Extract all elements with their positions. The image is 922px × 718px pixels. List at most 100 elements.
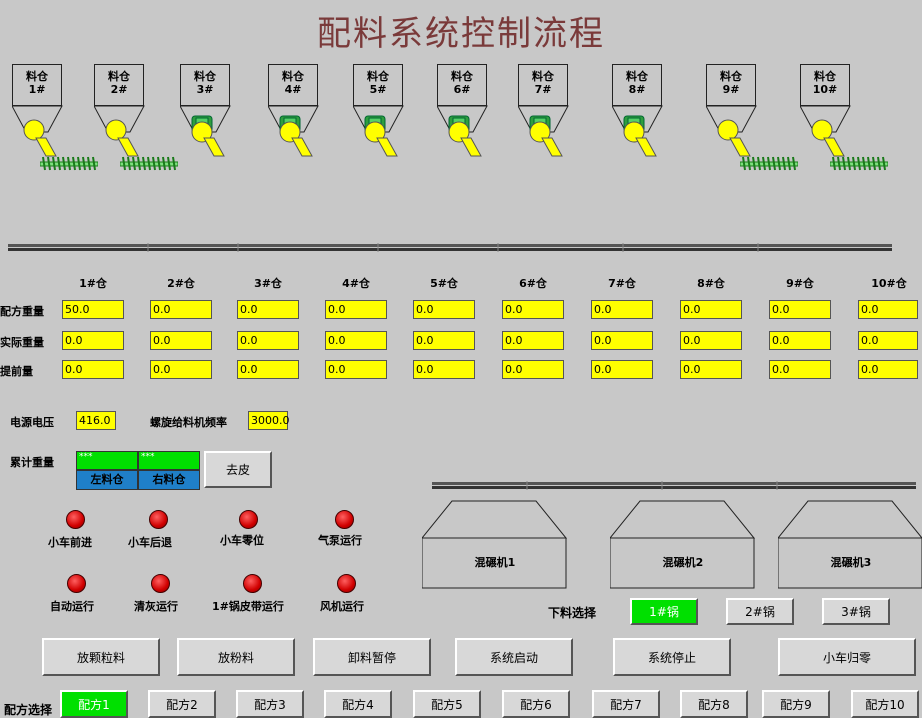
hopper-10[interactable]: 料仓 10# [800, 64, 852, 160]
discharge-option-2[interactable]: 2#锅 [726, 598, 794, 625]
recipe-label: 配方选择 [4, 703, 53, 717]
recipe-option-10[interactable]: 配方10 [851, 690, 919, 718]
value-cell[interactable]: 0.0 [858, 331, 918, 350]
hopper-label: 料仓 [367, 70, 389, 83]
hopper-8[interactable]: 料仓 8# [612, 64, 664, 160]
recipe-option-3[interactable]: 配方3 [236, 690, 304, 718]
value-cell[interactable]: 0.0 [413, 300, 475, 319]
hopper-2[interactable]: 料仓 2# [94, 64, 146, 160]
hopper-7[interactable]: 料仓 7# [518, 64, 570, 160]
value-cell[interactable]: 0.0 [858, 360, 918, 379]
page-title: 配料系统控制流程 [317, 14, 605, 54]
value-cell[interactable]: 50.0 [62, 300, 124, 319]
screw-conveyor-icon [739, 156, 799, 172]
action-button-2[interactable]: 放粉料 [177, 638, 295, 676]
value-cell[interactable]: 0.0 [413, 331, 475, 350]
recipe-option-2[interactable]: 配方2 [148, 690, 216, 718]
total-label: 累计重量 [10, 456, 54, 469]
recipe-option-8[interactable]: 配方8 [680, 690, 748, 718]
tare-button[interactable]: 去皮 [204, 451, 272, 488]
recipe-option-5[interactable]: 配方5 [413, 690, 481, 718]
recipe-option-4[interactable]: 配方4 [324, 690, 392, 718]
discharge-option-3[interactable]: 3#锅 [822, 598, 890, 625]
action-button-6[interactable]: 小车归零 [778, 638, 916, 676]
value-cell[interactable]: 0.0 [591, 300, 653, 319]
value-cell[interactable]: 0.0 [150, 331, 212, 350]
hopper-label: 料仓 [26, 70, 48, 83]
power-value[interactable]: 416.0 [76, 411, 116, 430]
action-button-4[interactable]: 系统启动 [455, 638, 573, 676]
recipe-option-1[interactable]: 配方1 [60, 690, 128, 718]
hopper-bin: 料仓 7# [518, 64, 568, 106]
value-cell[interactable]: 0.0 [858, 300, 918, 319]
column-header: 7#仓 [608, 277, 636, 290]
hopper-9[interactable]: 料仓 9# [706, 64, 758, 160]
recipe-option-6[interactable]: 配方6 [502, 690, 570, 718]
recipe-option-7[interactable]: 配方7 [592, 690, 660, 718]
hopper-label: 料仓 [451, 70, 473, 83]
hopper-label: 料仓 [194, 70, 216, 83]
value-cell[interactable]: 0.0 [325, 331, 387, 350]
value-cell[interactable]: 0.0 [502, 360, 564, 379]
value-cell[interactable]: 0.0 [237, 331, 299, 350]
mixer-2[interactable]: 混碾机2 [610, 500, 756, 590]
action-button-5[interactable]: 系统停止 [613, 638, 731, 676]
column-header: 3#仓 [254, 277, 282, 290]
right-bin-label: 右料仓 [138, 470, 200, 490]
mixer-3[interactable]: 混碾机3 [778, 500, 922, 590]
value-cell[interactable]: 0.0 [502, 331, 564, 350]
status-led-icon [66, 510, 85, 529]
hopper-1[interactable]: 料仓 1# [12, 64, 64, 160]
freq-label: 螺旋给料机频率 [150, 416, 227, 429]
hopper-6[interactable]: 料仓 6# [437, 64, 489, 160]
hopper-5[interactable]: 料仓 5# [353, 64, 405, 160]
screw-conveyor-icon [119, 156, 179, 172]
feeder-valve-open-icon [518, 105, 569, 157]
value-cell[interactable]: 0.0 [62, 360, 124, 379]
value-cell[interactable]: 0.0 [150, 300, 212, 319]
status-led-icon [335, 510, 354, 529]
hopper-4[interactable]: 料仓 4# [268, 64, 320, 160]
screw-conveyor-icon [829, 156, 889, 172]
value-cell[interactable]: 0.0 [502, 300, 564, 319]
value-cell[interactable]: 0.0 [325, 300, 387, 319]
row-header: 提前量 [0, 365, 33, 378]
power-label: 电源电压 [10, 416, 54, 429]
action-button-1[interactable]: 放颗粒料 [42, 638, 160, 676]
status-led-icon [151, 574, 170, 593]
discharge-option-1[interactable]: 1#锅 [630, 598, 698, 625]
row-header: 实际重量 [0, 336, 44, 349]
value-cell[interactable]: 0.0 [591, 331, 653, 350]
value-cell[interactable]: 0.0 [769, 360, 831, 379]
value-cell[interactable]: 0.0 [237, 300, 299, 319]
value-cell[interactable]: 0.0 [769, 331, 831, 350]
hopper-bin: 料仓 10# [800, 64, 850, 106]
left-bin-value: *** [76, 451, 138, 470]
indicator-label: 自动运行 [50, 600, 94, 613]
hopper-label: 料仓 [814, 70, 836, 83]
hopper-label: 料仓 [282, 70, 304, 83]
hopper-number: 7# [534, 83, 552, 96]
value-cell[interactable]: 0.0 [237, 360, 299, 379]
hopper-bin: 料仓 5# [353, 64, 403, 106]
feeder-valve-open-icon [180, 105, 231, 157]
freq-value[interactable]: 3000.0 [248, 411, 290, 430]
value-cell[interactable]: 0.0 [680, 360, 742, 379]
screw-conveyor-icon [39, 156, 99, 172]
value-cell[interactable]: 0.0 [680, 331, 742, 350]
hopper-number: 6# [453, 83, 471, 96]
hopper-bin: 料仓 3# [180, 64, 230, 106]
value-cell[interactable]: 0.0 [680, 300, 742, 319]
recipe-option-9[interactable]: 配方9 [762, 690, 830, 718]
value-cell[interactable]: 0.0 [150, 360, 212, 379]
value-cell[interactable]: 0.0 [325, 360, 387, 379]
status-led-icon [243, 574, 262, 593]
column-header: 6#仓 [519, 277, 547, 290]
value-cell[interactable]: 0.0 [591, 360, 653, 379]
action-button-3[interactable]: 卸料暂停 [313, 638, 431, 676]
value-cell[interactable]: 0.0 [62, 331, 124, 350]
hopper-3[interactable]: 料仓 3# [180, 64, 232, 160]
value-cell[interactable]: 0.0 [413, 360, 475, 379]
mixer-1[interactable]: 混碾机1 [422, 500, 568, 590]
value-cell[interactable]: 0.0 [769, 300, 831, 319]
